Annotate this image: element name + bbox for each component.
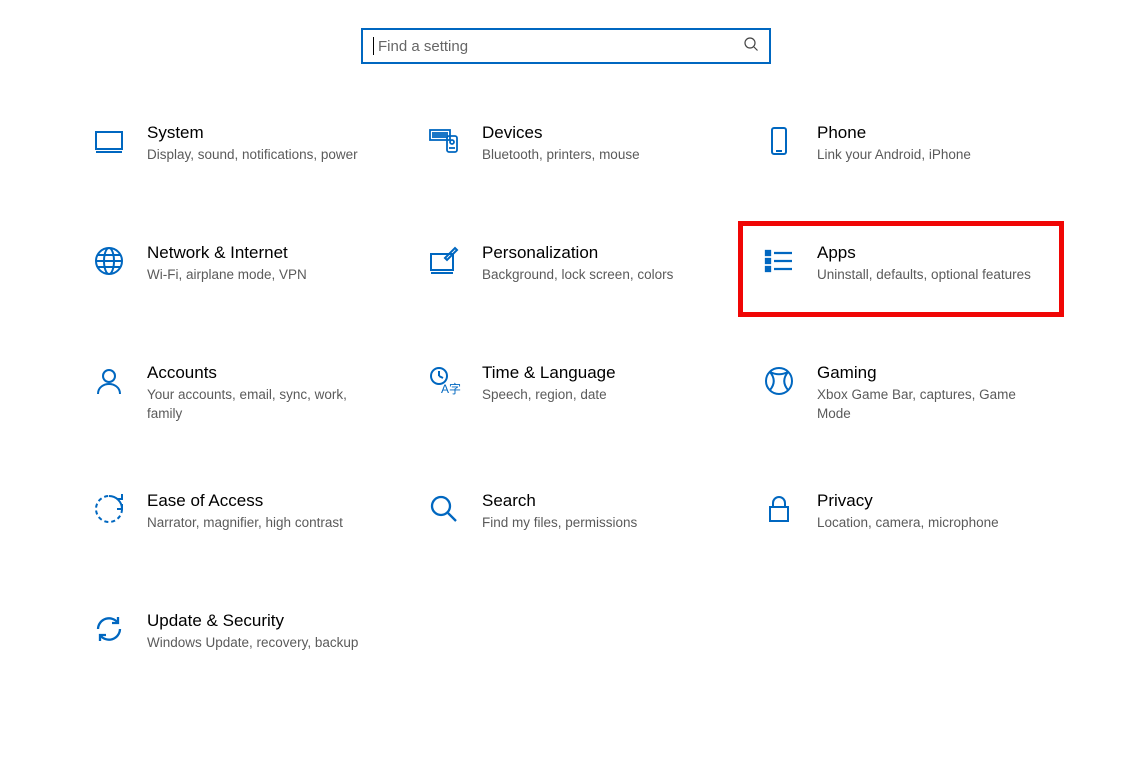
search-tile-icon bbox=[424, 490, 464, 526]
tile-network[interactable]: Network & Internet Wi-Fi, airplane mode,… bbox=[81, 234, 381, 304]
tile-gaming[interactable]: Gaming Xbox Game Bar, captures, Game Mod… bbox=[751, 354, 1051, 432]
tile-accounts[interactable]: Accounts Your accounts, email, sync, wor… bbox=[81, 354, 381, 432]
text-caret bbox=[373, 37, 374, 55]
ease-of-access-icon bbox=[89, 490, 129, 526]
search-box[interactable] bbox=[361, 28, 771, 64]
update-security-icon bbox=[89, 610, 129, 646]
tile-desc: Bluetooth, printers, mouse bbox=[482, 146, 640, 165]
tile-title: Apps bbox=[817, 242, 1031, 264]
tile-search[interactable]: Search Find my files, permissions bbox=[416, 482, 716, 552]
accounts-icon bbox=[89, 362, 129, 398]
phone-icon bbox=[759, 122, 799, 158]
tile-desc: Xbox Game Bar, captures, Game Mode bbox=[817, 386, 1043, 424]
tile-title: Time & Language bbox=[482, 362, 616, 384]
tile-title: Accounts bbox=[147, 362, 373, 384]
tile-desc: Find my files, permissions bbox=[482, 514, 637, 533]
tile-devices[interactable]: Devices Bluetooth, printers, mouse bbox=[416, 114, 716, 184]
tile-desc: Link your Android, iPhone bbox=[817, 146, 971, 165]
tile-title: Personalization bbox=[482, 242, 673, 264]
search-icon bbox=[743, 36, 759, 57]
system-icon bbox=[89, 122, 129, 158]
tile-title: Devices bbox=[482, 122, 640, 144]
settings-grid: System Display, sound, notifications, po… bbox=[0, 114, 1132, 672]
time-language-icon: A字 bbox=[424, 362, 464, 398]
tile-title: System bbox=[147, 122, 358, 144]
search-input[interactable] bbox=[376, 37, 743, 56]
tile-desc: Display, sound, notifications, power bbox=[147, 146, 358, 165]
tile-desc: Windows Update, recovery, backup bbox=[147, 634, 358, 653]
tile-desc: Speech, region, date bbox=[482, 386, 616, 405]
tile-personalization[interactable]: Personalization Background, lock screen,… bbox=[416, 234, 716, 304]
tile-desc: Uninstall, defaults, optional features bbox=[817, 266, 1031, 285]
svg-text:A字: A字 bbox=[441, 381, 461, 396]
tile-title: Gaming bbox=[817, 362, 1043, 384]
apps-icon bbox=[759, 242, 799, 278]
tile-desc: Your accounts, email, sync, work, family bbox=[147, 386, 373, 424]
tile-title: Privacy bbox=[817, 490, 999, 512]
tile-desc: Narrator, magnifier, high contrast bbox=[147, 514, 343, 533]
tile-title: Search bbox=[482, 490, 637, 512]
tile-apps[interactable]: Apps Uninstall, defaults, optional featu… bbox=[751, 234, 1051, 304]
tile-phone[interactable]: Phone Link your Android, iPhone bbox=[751, 114, 1051, 184]
privacy-icon bbox=[759, 490, 799, 526]
tile-title: Phone bbox=[817, 122, 971, 144]
tile-time-language[interactable]: A字 Time & Language Speech, region, date bbox=[416, 354, 716, 432]
tile-title: Network & Internet bbox=[147, 242, 307, 264]
tile-title: Update & Security bbox=[147, 610, 358, 632]
network-icon bbox=[89, 242, 129, 278]
tile-ease-of-access[interactable]: Ease of Access Narrator, magnifier, high… bbox=[81, 482, 381, 552]
tile-system[interactable]: System Display, sound, notifications, po… bbox=[81, 114, 381, 184]
tile-title: Ease of Access bbox=[147, 490, 343, 512]
tile-desc: Wi-Fi, airplane mode, VPN bbox=[147, 266, 307, 285]
tile-desc: Background, lock screen, colors bbox=[482, 266, 673, 285]
devices-icon bbox=[424, 122, 464, 158]
gaming-icon bbox=[759, 362, 799, 398]
tile-privacy[interactable]: Privacy Location, camera, microphone bbox=[751, 482, 1051, 552]
tile-update-security[interactable]: Update & Security Windows Update, recove… bbox=[81, 602, 381, 672]
personalization-icon bbox=[424, 242, 464, 278]
tile-desc: Location, camera, microphone bbox=[817, 514, 999, 533]
